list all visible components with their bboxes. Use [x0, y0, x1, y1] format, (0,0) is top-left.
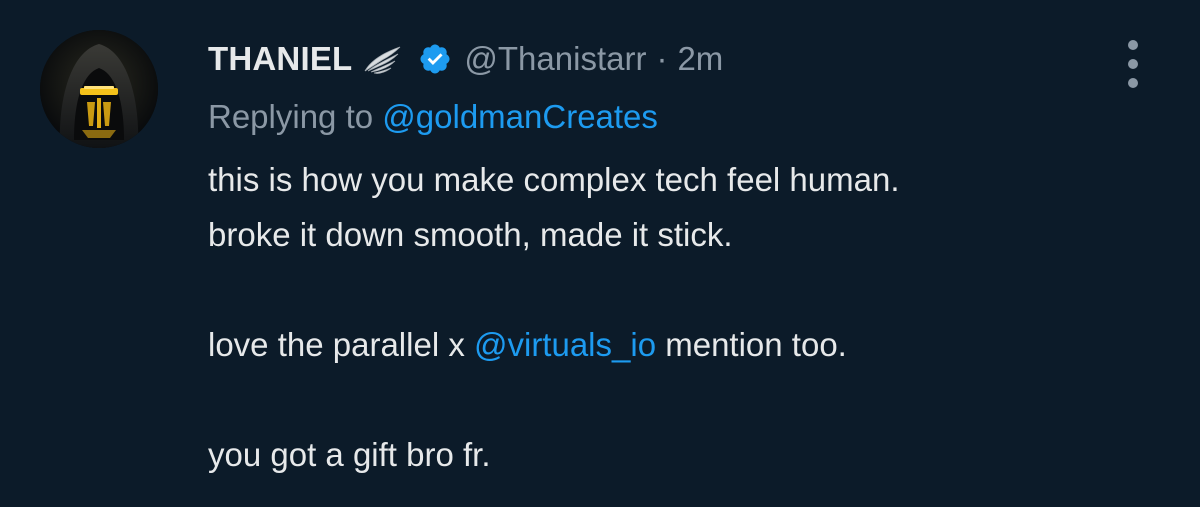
replying-to-label: Replying to — [208, 98, 374, 135]
author-display-name[interactable]: THANIEL — [208, 40, 352, 78]
author-handle[interactable]: @Thanistarr — [464, 40, 646, 78]
menu-dot — [1128, 78, 1138, 88]
replying-to: Replying to @goldmanCreates — [208, 98, 1110, 136]
tweet-text-segment: love the parallel x — [208, 326, 474, 363]
tweet-timestamp[interactable]: 2m — [677, 40, 723, 78]
paragraph-break — [208, 372, 1110, 427]
tweet-header: THANIEL @Thanistarr · 2m — [208, 36, 1110, 82]
tweet-text-segment: mention too. — [656, 326, 847, 363]
menu-dot — [1128, 40, 1138, 50]
paragraph-break — [208, 262, 1110, 317]
tweet-text-line: broke it down smooth, made it stick. — [208, 216, 733, 253]
tweet-container: THANIEL @Thanistarr · 2m Replying to @go… — [0, 0, 1200, 507]
mention-link[interactable]: @virtuals_io — [474, 326, 656, 363]
avatar-image — [40, 30, 158, 148]
tweet-text: this is how you make complex tech feel h… — [208, 152, 1110, 482]
tweet-text-line: this is how you make complex tech feel h… — [208, 161, 900, 198]
more-vertical-icon[interactable] — [1118, 40, 1148, 88]
tweet-text-line: love the parallel x @virtuals_io mention… — [208, 317, 1110, 372]
tweet-text-line: you got a gift bro fr. — [208, 436, 491, 473]
separator-dot: · — [656, 40, 668, 77]
avatar[interactable] — [40, 30, 158, 148]
menu-dot — [1128, 59, 1138, 69]
replying-to-mention-link[interactable]: @goldmanCreates — [382, 98, 658, 135]
wing-icon — [362, 44, 404, 74]
tweet-content: THANIEL @Thanistarr · 2m Replying to @go… — [208, 36, 1110, 482]
verified-badge-icon — [418, 42, 452, 76]
